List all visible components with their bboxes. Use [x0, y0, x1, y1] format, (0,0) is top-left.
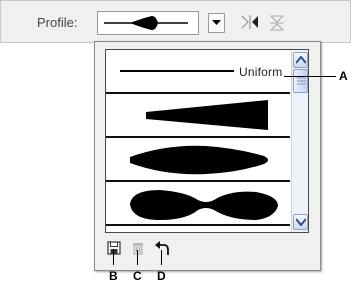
chevron-up-icon	[296, 56, 306, 64]
lens-shape	[130, 145, 268, 175]
callout-b: B	[109, 269, 118, 283]
callout-d: D	[157, 269, 166, 283]
chevron-down-icon	[296, 218, 306, 226]
callout-d-line	[161, 250, 162, 265]
scroll-thumb[interactable]	[293, 69, 308, 93]
scroll-down-button[interactable]	[293, 214, 308, 230]
reset-icon[interactable]	[155, 241, 169, 256]
profile-item-label: Uniform	[239, 65, 283, 79]
callout-c: C	[133, 269, 142, 283]
profile-item-uniform[interactable]: Uniform	[106, 50, 290, 94]
profile-item-wedge[interactable]	[106, 94, 290, 138]
callout-c-line	[137, 250, 138, 265]
profile-label: Profile:	[37, 15, 78, 30]
profile-list[interactable]: Uniform	[105, 49, 309, 233]
callout-b-line	[113, 250, 114, 265]
profile-list-scrollbar[interactable]	[291, 50, 308, 232]
profile-item-lens[interactable]	[106, 138, 290, 182]
wedge-shape	[146, 100, 268, 130]
scroll-up-button[interactable]	[293, 52, 308, 68]
profile-preview	[104, 16, 188, 30]
profile-dropdown[interactable]	[97, 11, 199, 35]
double-bulge-shape	[130, 190, 278, 220]
profile-item-double-bulge[interactable]	[106, 182, 290, 226]
grip-icon	[297, 77, 306, 85]
dropdown-arrow-button[interactable]	[208, 13, 225, 33]
toolbar: Profile:	[0, 0, 351, 43]
callout-a: A	[339, 69, 348, 83]
chevron-down-icon	[212, 20, 221, 25]
flip-along-icon[interactable]	[241, 15, 259, 29]
save-icon[interactable]	[107, 241, 121, 255]
delete-icon[interactable]	[132, 241, 144, 255]
callout-a-line	[284, 76, 336, 77]
flip-across-icon[interactable]	[270, 15, 284, 31]
